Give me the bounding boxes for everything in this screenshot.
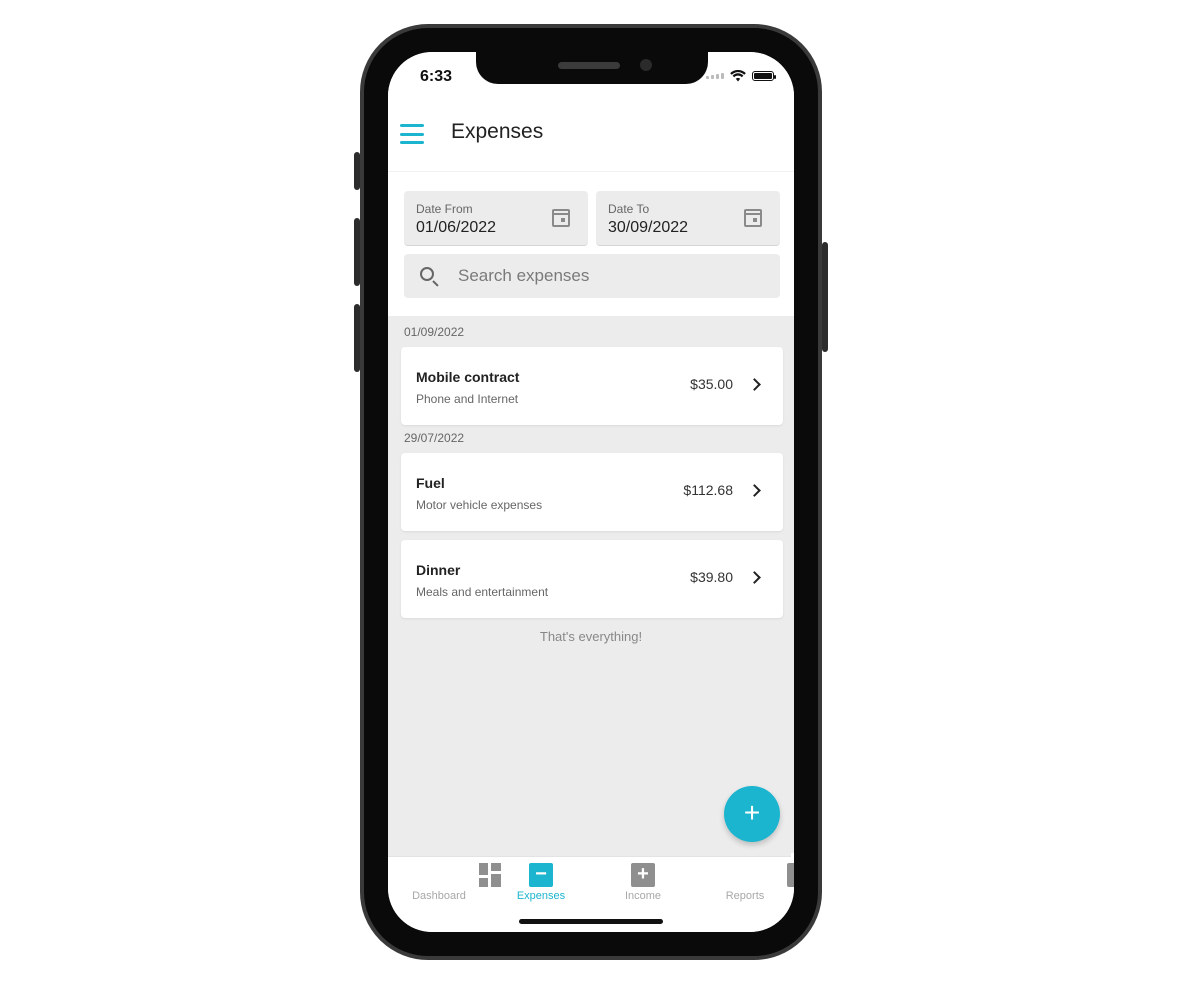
search-bar[interactable] [404, 254, 780, 298]
phone-frame: 6:33 Expenses Date From 01/06/2022 Date … [354, 24, 828, 960]
bottom-tab-bar: Dashboard − Expenses + Income Reports [388, 853, 794, 932]
chevron-right-icon [748, 378, 761, 391]
expense-item[interactable]: Dinner Meals and entertainment $39.80 [401, 540, 783, 618]
add-expense-button[interactable]: + [724, 786, 780, 842]
expense-title: Mobile contract [416, 369, 520, 385]
date-to-value: 30/09/2022 [608, 219, 689, 236]
date-from-value: 01/06/2022 [416, 219, 497, 236]
notch [476, 52, 708, 84]
status-time: 6:33 [420, 68, 453, 85]
calendar-icon[interactable] [552, 209, 570, 227]
expense-item[interactable]: Mobile contract Phone and Internet $35.0… [401, 347, 783, 425]
expense-title: Dinner [416, 562, 461, 578]
date-to-label: Date To [608, 202, 650, 216]
mute-switch [354, 152, 360, 190]
group-date: 29/07/2022 [404, 431, 465, 445]
expense-amount: $112.68 [683, 482, 733, 498]
app-bar: Expenses [388, 102, 794, 172]
expense-category: Phone and Internet [416, 392, 519, 406]
end-of-list-message: That's everything! [539, 629, 643, 644]
tab-dashboard[interactable]: Dashboard [388, 857, 501, 917]
expense-category: Motor vehicle expenses [416, 498, 543, 512]
chevron-right-icon [748, 484, 761, 497]
filter-panel: Date From 01/06/2022 Date To 30/09/2022 [388, 172, 794, 316]
tab-label: Income [624, 890, 662, 902]
tab-label: Expenses [516, 890, 566, 902]
battery-icon [752, 71, 776, 81]
volume-down-button [354, 304, 360, 372]
minus-box-icon: − [529, 863, 553, 887]
home-indicator [519, 919, 663, 924]
page-title: Expenses [451, 120, 544, 143]
tab-label: Dashboard [412, 890, 466, 902]
tab-label: Reports [725, 890, 765, 902]
chevron-right-icon [748, 571, 761, 584]
expense-item[interactable]: Fuel Motor vehicle expenses $112.68 [401, 453, 783, 531]
camera [640, 59, 652, 71]
expense-amount: $39.80 [690, 569, 733, 585]
group-date: 01/09/2022 [404, 325, 465, 339]
date-from-label: Date From [416, 202, 473, 216]
speaker [558, 62, 620, 69]
calendar-icon[interactable] [744, 209, 762, 227]
tab-income[interactable]: + Income [592, 857, 694, 917]
search-input[interactable] [458, 262, 758, 290]
tab-expenses[interactable]: − Expenses [490, 857, 592, 917]
search-icon [420, 267, 434, 281]
phone-screen: 6:33 Expenses Date From 01/06/2022 Date … [388, 52, 794, 932]
expense-amount: $35.00 [690, 376, 733, 392]
tab-reports[interactable]: Reports [694, 853, 794, 917]
volume-up-button [354, 218, 360, 286]
expense-category: Meals and entertainment [416, 585, 549, 599]
expense-title: Fuel [416, 475, 445, 491]
wifi-icon [730, 70, 746, 82]
date-from-field[interactable]: Date From 01/06/2022 [404, 191, 588, 246]
signal-icon [706, 73, 724, 79]
power-button [822, 242, 828, 352]
date-to-field[interactable]: Date To 30/09/2022 [596, 191, 780, 246]
status-icons [706, 70, 776, 82]
menu-icon[interactable] [400, 124, 424, 144]
plus-box-icon: + [631, 863, 655, 887]
